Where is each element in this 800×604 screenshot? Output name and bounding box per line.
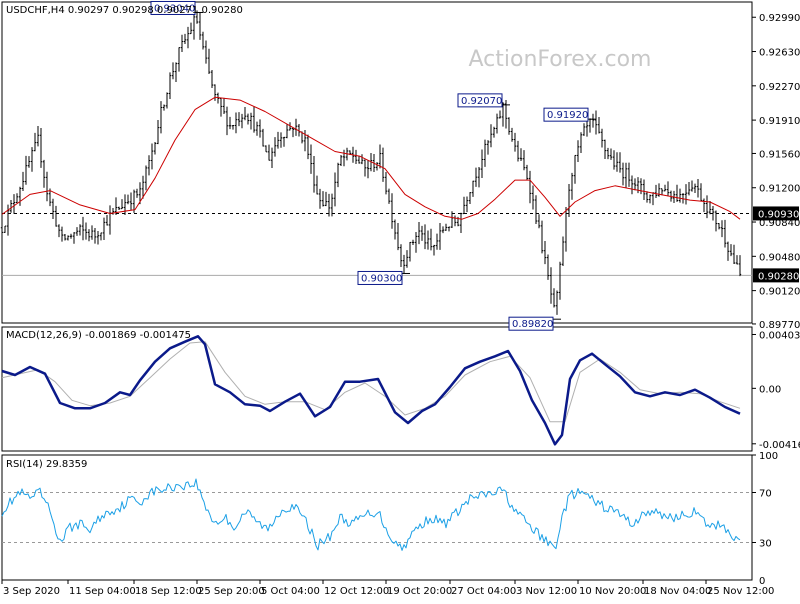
x-tick-label: 5 Oct 04:00 (261, 586, 320, 597)
macd-ytick-label: 0.004039 (759, 330, 800, 341)
price-ytick-label: 0.91910 (759, 116, 800, 127)
price-title: USDCHF,H4 0.90297 0.90298 0.90271 0.9028… (6, 5, 243, 16)
chart-figure: ActionForex.com 0.92990 0.92630 0.92270 0.91… (0, 0, 800, 597)
x-tick-label: 19 Oct 20:00 (387, 586, 452, 597)
price-marker-label: 0.90930 (758, 209, 799, 220)
x-tick-label: 18 Sep 12:00 (135, 586, 202, 597)
watermark: ActionForex.com (469, 47, 652, 72)
x-tick-label: 25 Nov 12:00 (707, 586, 774, 597)
x-tick-label: 3 Nov 12:00 (516, 586, 577, 597)
price-ytick-label: 0.91200 (759, 184, 800, 195)
price-ytick-label: 0.91560 (759, 149, 800, 160)
rsi-line (1, 478, 741, 551)
price-ytick-label: 0.89770 (759, 320, 800, 331)
macd-line (1, 335, 741, 446)
macd-signal-line (1, 341, 741, 423)
rsi-ytick-label: 70 (759, 489, 772, 500)
annotation-label: 0.91920 (547, 110, 588, 121)
annotation-label: 0.89820 (512, 319, 553, 330)
x-tick-label: 18 Nov 04:00 (644, 586, 711, 597)
x-tick-label: 12 Oct 12:00 (324, 586, 389, 597)
rsi-panel-frame (1, 454, 753, 581)
rsi-ytick-label: 100 (759, 451, 778, 462)
price-ytick-label: 0.92270 (759, 82, 800, 93)
x-tick-label: 11 Sep 04:00 (69, 586, 136, 597)
x-tick-label: 10 Nov 20:00 (579, 586, 646, 597)
annotation-label: 0.92070 (461, 96, 502, 107)
price-ytick-label: 0.92990 (759, 13, 800, 24)
rsi-title: RSI(14) 29.8359 (6, 459, 87, 470)
price-ytick-label: 0.90480 (759, 252, 800, 263)
macd-ytick-label: 0.00 (759, 384, 781, 395)
chart-root: ActionForex.com 0.92990 0.92630 0.92270 0.91… (0, 0, 800, 600)
x-tick-label: 3 Sep 2020 (3, 586, 60, 597)
annotation-label: 0.90300 (361, 273, 402, 284)
price-ytick-label: 0.90120 (759, 287, 800, 298)
macd-ytick-label: -0.00416 (759, 440, 800, 451)
macd-title: MACD(12,26,9) -0.001869 -0.001475 (6, 330, 191, 341)
rsi-ytick-label: 30 (759, 539, 772, 550)
x-tick-label: 27 Oct 04:00 (451, 586, 516, 597)
price-ytick-label: 0.92630 (759, 48, 800, 59)
x-tick-label: 25 Sep 20:00 (198, 586, 265, 597)
price-marker-label: 0.90280 (758, 271, 799, 282)
